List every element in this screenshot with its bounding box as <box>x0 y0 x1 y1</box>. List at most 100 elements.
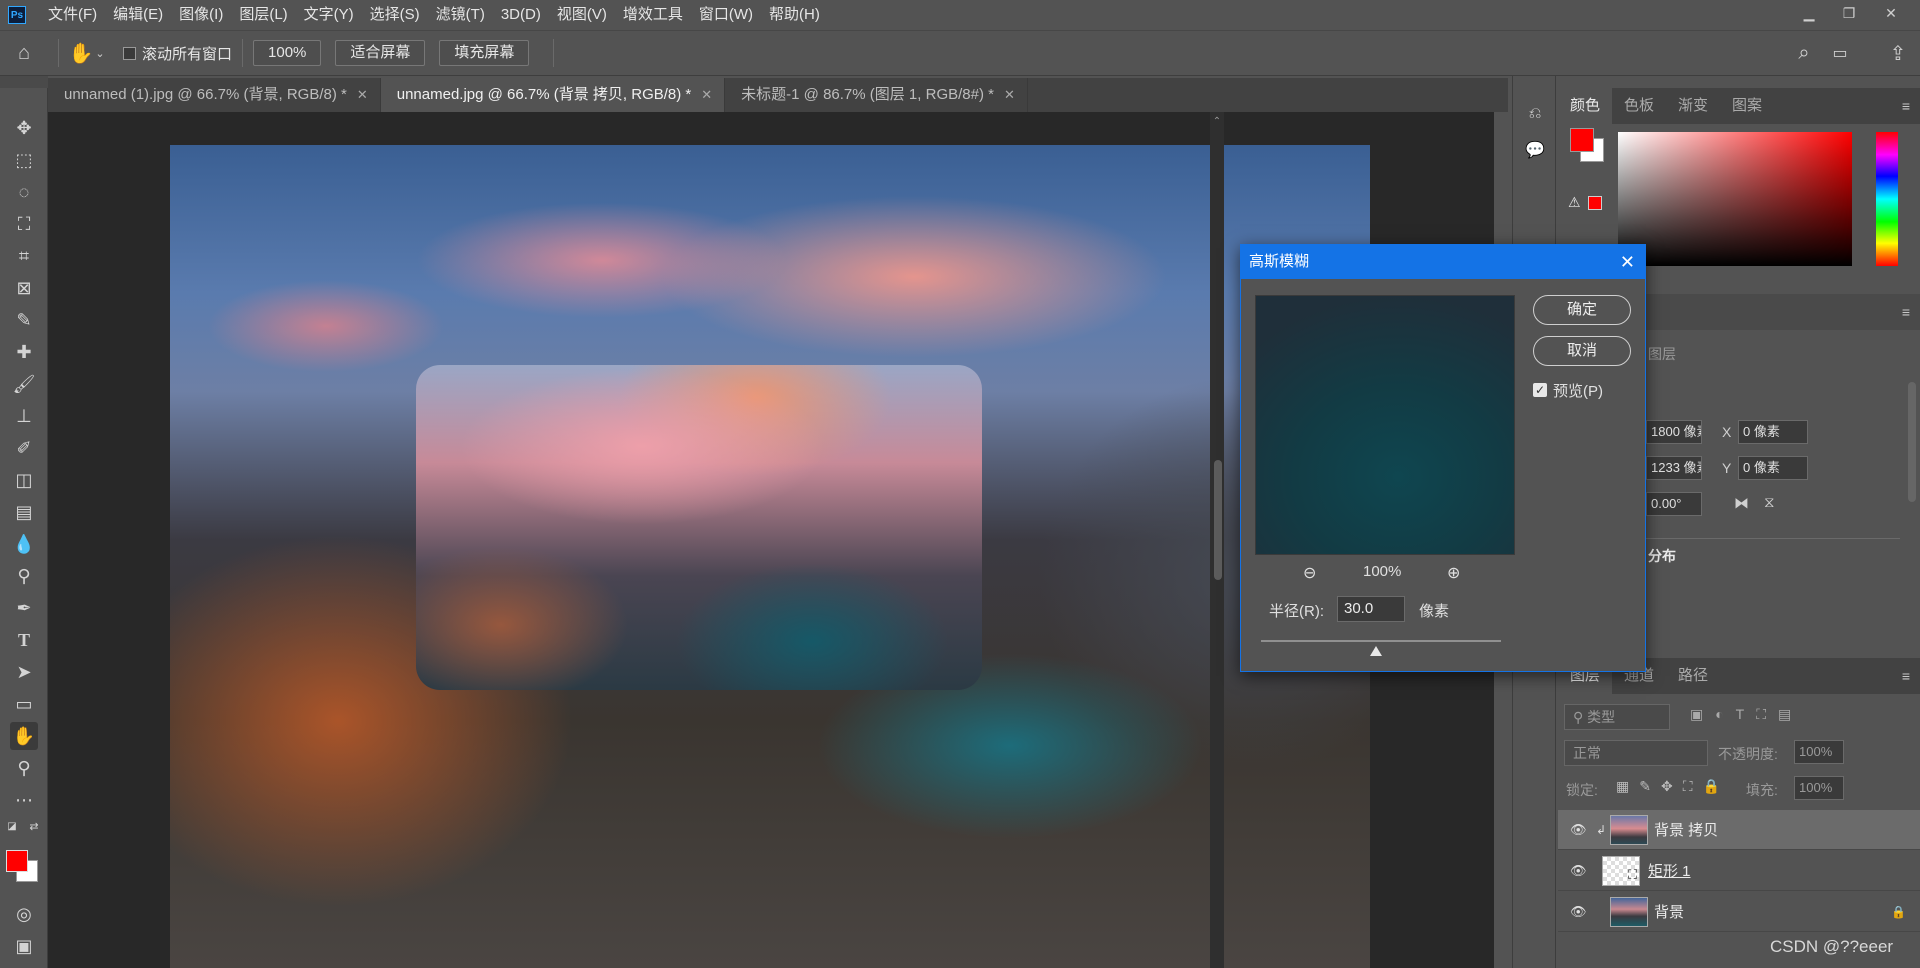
screen-mode-icon[interactable]: ▣ <box>10 932 38 960</box>
lasso-tool-icon[interactable]: ◌ <box>10 178 38 206</box>
restore-button[interactable]: ❐ <box>1830 0 1868 26</box>
rectangle-tool-icon[interactable]: ▭ <box>10 690 38 718</box>
brush-tool-icon[interactable]: 🖌 <box>10 370 38 398</box>
tab-color[interactable]: 颜色 <box>1558 88 1613 124</box>
color-picker-field[interactable] <box>1618 132 1852 266</box>
gamut-color-swatch[interactable] <box>1588 196 1602 210</box>
zoom-100-button[interactable]: 100% <box>253 40 322 66</box>
search-icon[interactable]: ⌕ <box>1792 42 1816 65</box>
crop-tool-icon[interactable]: ⌗ <box>10 242 38 270</box>
scroll-all-checkbox[interactable] <box>123 46 136 60</box>
blur-tool-icon[interactable]: 💧 <box>10 530 38 558</box>
flip-vertical-icon[interactable]: ⧖ <box>1764 494 1775 511</box>
menu-3d[interactable]: 3D(D) <box>493 0 549 30</box>
properties-scrollbar[interactable] <box>1908 382 1916 502</box>
panel-menu-icon[interactable]: ≡ <box>1902 98 1910 114</box>
panel-foreground-swatch[interactable] <box>1570 128 1594 152</box>
fill-field[interactable]: 100% <box>1794 776 1844 800</box>
move-tool-icon[interactable]: ✥ <box>10 114 38 142</box>
layer-filter-icons[interactable]: ▣◐T⛶▤ <box>1690 706 1803 723</box>
radius-slider-handle[interactable] <box>1370 646 1382 656</box>
fit-screen-button[interactable]: 适合屏幕 <box>335 40 426 66</box>
object-select-tool-icon[interactable]: ⛶ <box>10 210 38 238</box>
panel-menu-icon[interactable]: ≡ <box>1902 304 1910 320</box>
flip-horizontal-icon[interactable]: ⧓ <box>1734 494 1749 512</box>
menu-layer[interactable]: 图层(L) <box>231 0 295 30</box>
y-field[interactable]: 0 像素 <box>1738 456 1808 480</box>
frame-tool-icon[interactable]: ⊠ <box>10 274 38 302</box>
type-tool-icon[interactable]: T <box>10 626 38 654</box>
minimize-button[interactable]: ▁ <box>1790 0 1828 26</box>
menu-edit[interactable]: 编辑(E) <box>105 0 171 30</box>
blend-mode-select[interactable]: 正常 <box>1564 740 1708 766</box>
path-select-tool-icon[interactable]: ➤ <box>10 658 38 686</box>
dodge-tool-icon[interactable]: ⚲ <box>10 562 38 590</box>
default-colors-icon[interactable]: ◪ <box>4 818 20 834</box>
document-image[interactable] <box>170 145 1370 968</box>
close-icon[interactable]: ✕ <box>1004 78 1015 112</box>
eye-icon[interactable]: 👁 <box>1570 904 1587 920</box>
marquee-tool-icon[interactable]: ⬚ <box>10 146 38 174</box>
layer-row[interactable]: 👁 背景 🔒 <box>1558 892 1920 932</box>
zoom-in-icon[interactable]: ⊕ <box>1447 563 1460 583</box>
tab-patterns[interactable]: 图案 <box>1720 88 1774 124</box>
radius-slider-track[interactable] <box>1261 640 1501 642</box>
tab-document-1[interactable]: unnamed (1).jpg @ 66.7% (背景, RGB/8) * ✕ <box>48 78 381 112</box>
x-field[interactable]: 0 像素 <box>1738 420 1808 444</box>
tab-gradients[interactable]: 渐变 <box>1666 88 1720 124</box>
layer-filter-select[interactable]: ⚲ 类型 <box>1564 704 1670 730</box>
tab-swatches[interactable]: 色板 <box>1612 88 1666 124</box>
preview-checkbox[interactable]: ✓ <box>1533 383 1547 397</box>
foreground-color-swatch[interactable] <box>6 850 28 872</box>
eyedropper-tool-icon[interactable]: ✎ <box>10 306 38 334</box>
close-icon[interactable]: ✕ <box>1620 245 1635 279</box>
history-panel-icon[interactable]: ⎌ <box>1525 104 1545 124</box>
home-icon[interactable]: ⌂ <box>0 42 48 65</box>
tab-paths[interactable]: 路径 <box>1666 658 1720 694</box>
close-icon[interactable]: ✕ <box>357 78 368 112</box>
eye-icon[interactable]: 👁 <box>1570 863 1587 879</box>
history-brush-tool-icon[interactable]: ✐ <box>10 434 38 462</box>
fill-screen-button[interactable]: 填充屏幕 <box>439 40 530 66</box>
pen-tool-icon[interactable]: ✒ <box>10 594 38 622</box>
menu-image[interactable]: 图像(I) <box>171 0 231 30</box>
menu-filter[interactable]: 滤镜(T) <box>428 0 493 30</box>
stamp-tool-icon[interactable]: ⊥ <box>10 402 38 430</box>
width-field[interactable]: 1800 像素 <box>1646 420 1702 444</box>
menu-type[interactable]: 文字(Y) <box>296 0 362 30</box>
scroll-up-icon[interactable]: ⌃ <box>1210 116 1224 127</box>
menu-plugins[interactable]: 增效工具 <box>615 0 691 30</box>
blur-preview[interactable] <box>1255 295 1515 555</box>
height-field[interactable]: 1233 像素 <box>1646 456 1702 480</box>
workspace-icon[interactable]: ▭ <box>1828 43 1852 63</box>
scrollbar-thumb[interactable] <box>1214 460 1222 580</box>
panel-menu-icon[interactable]: ≡ <box>1902 668 1910 684</box>
comments-panel-icon[interactable]: 💬 <box>1525 140 1545 160</box>
more-tools-icon[interactable]: ⋯ <box>10 786 38 814</box>
swap-colors-icon[interactable]: ⇄ <box>26 818 42 834</box>
tab-document-2[interactable]: unnamed.jpg @ 66.7% (背景 拷贝, RGB/8) * ✕ <box>380 78 726 112</box>
radius-input[interactable]: 30.0 <box>1337 596 1405 622</box>
close-icon[interactable]: ✕ <box>701 78 712 112</box>
gradient-tool-icon[interactable]: ▤ <box>10 498 38 526</box>
layer-row[interactable]: 👁 ↲ 背景 拷贝 <box>1558 810 1920 850</box>
angle-field[interactable]: 0.00° <box>1646 492 1702 516</box>
menu-view[interactable]: 视图(V) <box>549 0 615 30</box>
hue-slider[interactable] <box>1876 132 1898 266</box>
menu-file[interactable]: 文件(F) <box>40 0 105 30</box>
zoom-out-icon[interactable]: ⊖ <box>1303 563 1316 583</box>
close-window-button[interactable]: ✕ <box>1872 0 1910 26</box>
share-icon[interactable]: ⇪ <box>1886 41 1910 66</box>
lock-options-icons[interactable]: ▦✎✥⛶🔒 <box>1616 778 1730 795</box>
layer-row[interactable]: 👁 ⛶ 矩形 1 <box>1558 851 1920 891</box>
hand-tool-icon[interactable]: ✋ <box>10 722 38 750</box>
quick-mask-icon[interactable]: ◎ <box>10 900 38 928</box>
healing-brush-tool-icon[interactable]: ✚ <box>10 338 38 366</box>
menu-select[interactable]: 选择(S) <box>362 0 428 30</box>
menu-help[interactable]: 帮助(H) <box>761 0 828 30</box>
hand-tool-icon[interactable]: ✋ <box>69 41 94 66</box>
chevron-down-icon[interactable]: ⌄ <box>93 47 107 60</box>
tab-document-3[interactable]: 未标题-1 @ 86.7% (图层 1, RGB/8#) * ✕ <box>725 78 1028 112</box>
cancel-button[interactable]: 取消 <box>1533 336 1631 366</box>
menu-window[interactable]: 窗口(W) <box>691 0 761 30</box>
